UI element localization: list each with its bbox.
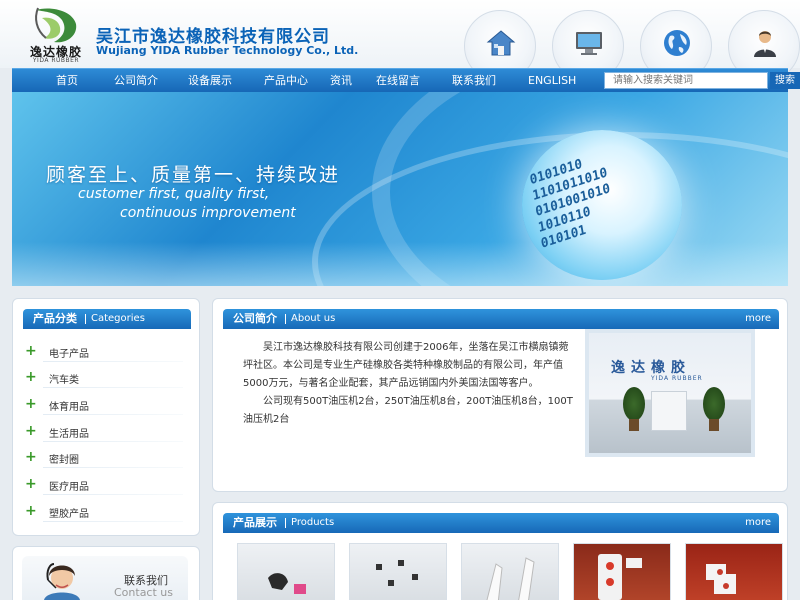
nav-message[interactable]: 在线留言 xyxy=(376,69,420,93)
category-item[interactable]: + 电子产品 xyxy=(23,343,189,363)
search-button[interactable]: 搜索 xyxy=(770,72,800,89)
company-name-en: Wujiang YIDA Rubber Technology Co., Ltd. xyxy=(96,44,359,57)
about-title-en: About us xyxy=(291,313,336,324)
about-more-link[interactable]: more xyxy=(745,309,771,329)
main-nav: 首页 公司简介 设备展示 产品中心 资讯 在线留言 联系我们 ENGLISH 搜… xyxy=(12,68,800,93)
search-input[interactable] xyxy=(604,72,768,89)
quick-icons xyxy=(464,10,800,82)
product-thumbnail[interactable] xyxy=(461,543,559,600)
company-logo[interactable]: 逸达橡胶 YIDA RUBBER xyxy=(18,4,90,64)
nav-home[interactable]: 首页 xyxy=(56,69,78,93)
plus-icon: + xyxy=(25,449,37,465)
plus-icon: + xyxy=(25,396,37,412)
products-panel: 产品展示 Products more xyxy=(212,502,788,600)
plus-icon: + xyxy=(25,503,37,519)
hero-banner: 0101010 1101011010 0101001010 1010110 01… xyxy=(12,92,788,286)
categories-header: 产品分类 Categories xyxy=(23,309,191,329)
logo-swirl-icon xyxy=(35,7,77,43)
site-header: 逸达橡胶 YIDA RUBBER 吴江市逸达橡胶科技有限公司 Wujiang Y… xyxy=(0,0,800,82)
products-title-cn: 产品展示 xyxy=(233,516,277,529)
category-item[interactable]: + 医疗用品 xyxy=(23,476,189,496)
category-item[interactable]: + 生活用品 xyxy=(23,423,189,443)
photo-sign-en: YIDA RUBBER xyxy=(651,375,703,382)
nav-contact[interactable]: 联系我们 xyxy=(452,69,496,93)
plus-icon: + xyxy=(25,423,37,439)
nav-products[interactable]: 产品中心 xyxy=(264,69,308,93)
plus-icon: + xyxy=(25,343,37,359)
logo-subtext: YIDA RUBBER xyxy=(32,57,80,64)
categories-title-en: Categories xyxy=(91,313,145,324)
about-paragraph: 吴江市逸达橡胶科技有限公司创建于2006年，坐落在吴江市横扇镇菀坪社区。本公司是… xyxy=(243,342,569,389)
slogan-en-line1: customer first, quality first, xyxy=(78,186,270,202)
about-paragraph: 公司现有500T油压机2台，250T油压机8台，200T油压机8台，100T油压… xyxy=(243,396,573,425)
categories-title-cn: 产品分类 xyxy=(33,312,77,325)
plus-icon: + xyxy=(25,476,37,492)
about-header: 公司简介 About us more xyxy=(223,309,779,329)
product-thumbnails xyxy=(225,543,785,600)
product-thumbnail[interactable] xyxy=(237,543,335,600)
category-item[interactable]: + 体育用品 xyxy=(23,396,189,416)
plus-icon: + xyxy=(25,369,37,385)
category-item[interactable]: + 汽车类 xyxy=(23,369,189,389)
category-item[interactable]: + 塑胶产品 xyxy=(23,503,189,523)
product-thumbnail[interactable] xyxy=(573,543,671,600)
company-photo[interactable]: 逸达橡胶 YIDA RUBBER xyxy=(585,329,755,457)
about-title-cn: 公司简介 xyxy=(233,312,277,325)
binary-globe-image: 0101010 1101011010 0101001010 1010110 01… xyxy=(522,130,682,280)
category-item[interactable]: + 密封圈 xyxy=(23,449,189,469)
products-more-link[interactable]: more xyxy=(745,513,771,533)
about-panel: 公司简介 About us more 吴江市逸达橡胶科技有限公司创建于2006年… xyxy=(212,298,788,492)
photo-sign-text: 逸达橡胶 xyxy=(611,360,691,376)
contact-box[interactable]: 联系我们 Contact us xyxy=(22,556,188,600)
contact-title-en: Contact us xyxy=(114,586,173,599)
product-thumbnail[interactable] xyxy=(685,543,783,600)
plant-decoration xyxy=(703,387,725,421)
nav-about[interactable]: 公司简介 xyxy=(114,69,158,93)
plant-decoration xyxy=(623,387,645,421)
product-thumbnail[interactable] xyxy=(349,543,447,600)
products-header: 产品展示 Products more xyxy=(223,513,779,533)
nav-equipment[interactable]: 设备展示 xyxy=(188,69,232,93)
binary-text: 0101010 1101011010 0101001010 1010110 01… xyxy=(528,156,612,252)
slogan-en-line2: continuous improvement xyxy=(120,205,296,221)
about-text: 吴江市逸达橡胶科技有限公司创建于2006年，坐落在吴江市横扇镇菀坪社区。本公司是… xyxy=(243,339,573,429)
support-agent-icon xyxy=(44,563,80,600)
slogan-cn: 顾客至上、质量第一、持续改进 xyxy=(46,164,341,186)
categories-panel: 产品分类 Categories + 电子产品 + 汽车类 + 体育用品 + 生活用品 +… xyxy=(12,298,200,536)
nav-news[interactable]: 资讯 xyxy=(330,69,352,93)
nav-english[interactable]: ENGLISH xyxy=(528,69,576,93)
products-title-en: Products xyxy=(291,517,335,528)
